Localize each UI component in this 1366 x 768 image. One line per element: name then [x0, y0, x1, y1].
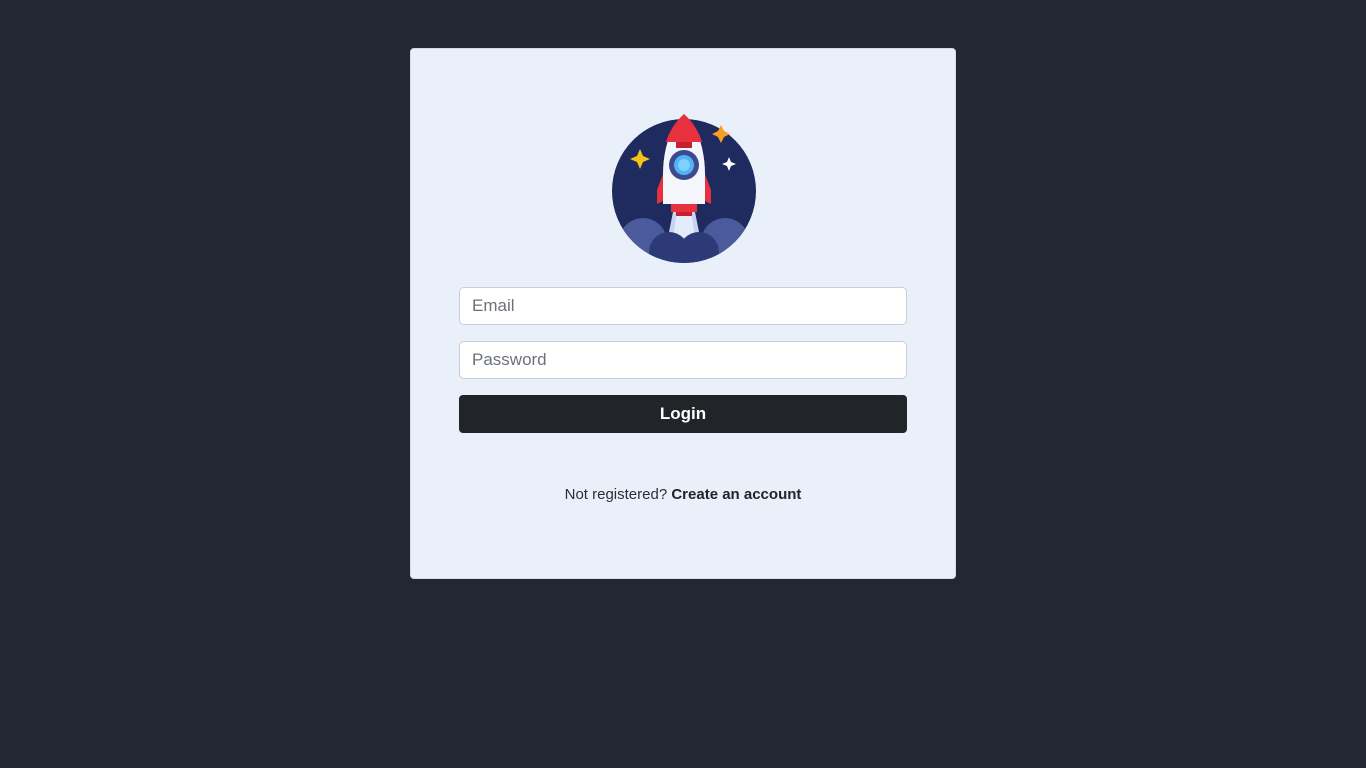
- email-field[interactable]: [459, 287, 907, 325]
- password-field[interactable]: [459, 341, 907, 379]
- login-card: Login Not registered? Create an account: [410, 48, 956, 579]
- register-prompt-text: Not registered?: [564, 486, 668, 503]
- rocket-launch-icon: [611, 112, 757, 264]
- create-account-link[interactable]: Create an account: [671, 486, 801, 503]
- login-button[interactable]: Login: [459, 395, 907, 433]
- register-prompt: Not registered? Create an account: [411, 486, 955, 503]
